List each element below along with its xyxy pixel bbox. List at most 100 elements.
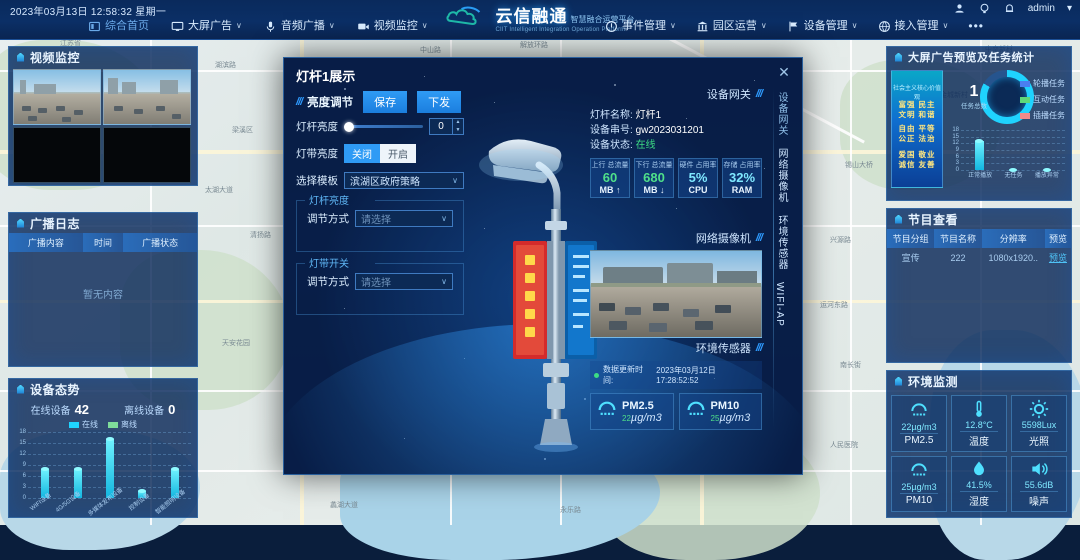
star-dot [424,76,426,78]
y-axis-tick: 6 [22,473,26,479]
ad-poster-preview[interactable]: 社会主义核心价值观 富强 民主 文明 和谐 自由 平等 公正 法治 爱国 敬业 … [891,70,943,188]
strip-toggle-on-option[interactable]: 开启 [380,144,416,163]
nav-item-audio-broadcast[interactable]: 音频广播 ∨ [264,19,335,33]
sensor-value: 22 [622,413,631,423]
metric-pm25[interactable]: 22µg/m3 PM2.5 [891,395,947,452]
username-label[interactable]: admin [1028,3,1055,14]
chevron-down-icon[interactable]: ▾ [1067,3,1072,14]
pole-adjust-mode-select[interactable]: 请选择 ∨ [355,210,453,227]
panel-marker-icon [17,218,24,228]
metric-illumination[interactable]: 5598Lux 光照 [1011,395,1067,452]
vtab-wifi-ap[interactable]: WIFI-AP [770,276,789,333]
donut-center-value: 1 [969,83,979,100]
metric-name: 温度 [960,430,998,448]
camera-grid-row [9,125,197,183]
camera-feed-empty[interactable] [103,127,191,183]
nav-item-park-operation[interactable]: 园区运营 ∨ [696,19,767,33]
gateway-detail-list: 灯杆名称: 灯杆1 设备串号: gw2023031201 设备状态: 在线 [590,108,762,153]
status-dot-icon [594,372,599,378]
fieldset-legend: 灯带开关 [309,259,349,270]
legend-item-interactive[interactable]: 互动任务 [1020,94,1065,105]
metric-noise[interactable]: 55.6dB 噪声 [1011,455,1067,512]
map-label: 人民医院 [830,442,858,449]
fieldset-strip-switch: 灯带开关 调节方式 请选择 ∨ [296,259,464,315]
y-axis-tick: 6 [955,153,959,160]
map-label: 运河东路 [820,302,848,309]
camera-live-view[interactable] [590,250,762,338]
panel-device-trend: 设备态势 在线设备 42 离线设备 0 在线 离线 18 15 12 9 6 3 0 WIFI设备… [8,378,198,518]
map-label: 解放环路 [520,42,548,49]
nav-item-home[interactable]: 综合首页 [88,19,149,33]
strip-toggle-off-option[interactable]: 关闭 [344,144,380,163]
legend-item-carousel[interactable]: 轮播任务 [1020,78,1065,89]
nav-item-big-screen-ad[interactable]: 大屏广告 ∨ [171,19,242,33]
nav-item-access-management[interactable]: 接入管理 ∨ [878,19,948,33]
brand-name-cn: 云信融通 [495,7,568,26]
sensor-card-pm10[interactable]: PM10 25µg/m3 [678,393,762,430]
ad-task-bar-chart: 18 15 12 9 6 3 0 正常播放 无任务 播放异常 [947,127,1067,182]
star-dot [676,208,678,210]
vtab-device-gateway[interactable]: 设备网关 [770,86,793,142]
y-axis-tick: 18 [952,127,959,133]
x-axis-tick: 播放异常 [1034,173,1059,179]
camera-feed[interactable] [13,69,101,125]
user-icon[interactable] [953,2,966,15]
task-total-donut-chart: 1 任务总数 轮播任务 互动任务 插播任务 [947,70,1067,128]
field-label: 灯带亮度 [296,148,338,160]
bell-icon[interactable] [1003,2,1016,15]
metric-value: 22µg/m3 [901,421,937,432]
nav-item-event-management[interactable]: 事件管理 ∨ [605,19,676,33]
panel-header: 节目查看 [887,209,1071,229]
kpi-label: 离线设备 [124,406,165,417]
legend-item-insert[interactable]: 插播任务 [1020,110,1065,121]
strip-toggle-group: 关闭 开启 [344,144,416,163]
metric-value: 55.6dB [1024,480,1054,491]
sensor-card-pm25[interactable]: PM2.5 22µg/m3 [590,393,674,430]
slider-handle[interactable] [344,121,354,132]
map-label: 中山路 [420,47,441,54]
template-select[interactable]: 滨湖区政府策略 ∨ [344,172,464,189]
preview-link[interactable]: 预览 [1049,253,1067,263]
field-label: 调节方式 [307,213,349,225]
close-icon[interactable]: ✕ [776,65,792,81]
stepper-value[interactable]: 0 [430,119,452,134]
nav-item-video-surveillance[interactable]: 视频监控 ∨ [357,19,428,33]
nav-label: 设备管理 [803,20,848,32]
legend-item-offline[interactable]: 离线 [108,419,137,430]
save-button[interactable]: 保存 [363,91,408,113]
metric-temperature[interactable]: 12.8°C 温度 [951,395,1007,452]
sensor-update-time: 数据更新时间: 2023年03月12日 17:28:52:52 [590,361,762,389]
camera-feed[interactable] [103,69,191,125]
user-area: admin ▾ [953,2,1072,15]
nav-label: 事件管理 [621,20,666,32]
map-label: 锡山大桥 [845,162,873,169]
strip-adjust-mode-select[interactable]: 请选择 ∨ [355,273,453,290]
bulb-icon[interactable] [978,2,991,15]
panel-title: 环境监测 [908,374,959,389]
pole-brightness-slider[interactable] [344,121,423,132]
map-label: 蠡湖大道 [330,502,358,509]
network-camera-section: 网络摄像机 /// [590,230,763,338]
poster-word: 文明 和谐 [898,110,936,119]
panel-title: 视频监控 [30,50,81,65]
stat-uplink-traffic: 上行 总流量 60 MB ↑ [590,158,630,198]
monitor-icon [171,20,184,33]
vtab-network-camera[interactable]: 网络摄像机 [770,142,793,209]
send-button[interactable]: 下发 [417,91,462,113]
more-menu-button[interactable]: ••• [968,19,984,33]
camera-feed-empty[interactable] [13,127,101,183]
y-axis-tick: 9 [22,462,26,468]
legend-item-online[interactable]: 在线 [69,419,98,430]
section-marker-icon: /// [296,96,303,108]
field-value: gw2023031201 [635,125,704,136]
map-label: 清扬路 [250,232,271,239]
vtab-environment-sensor[interactable]: 环境传感器 [770,209,793,276]
nav-item-device-management[interactable]: 设备管理 ∨ [787,19,858,33]
y-axis-tick: 0 [955,167,959,173]
metric-pm10[interactable]: 25µg/m3 PM10 [891,455,947,512]
bar[interactable] [974,139,984,170]
metric-humidity[interactable]: 41.5% 湿度 [951,455,1007,512]
sensor-name: PM2.5 [622,399,654,412]
section-title-gateway: 设备网关 /// [590,86,763,102]
legend-label: 离线 [121,420,137,429]
